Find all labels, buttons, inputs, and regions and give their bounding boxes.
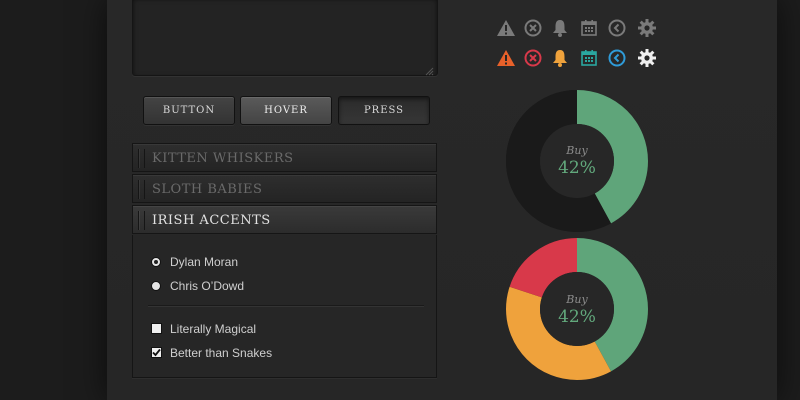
calendar-icon[interactable] [579,48,599,68]
accordion-header-label: KITTEN WHISKERS [152,151,294,166]
textarea-field[interactable] [132,0,438,76]
grip-icon [138,211,145,230]
radio-label: Chris O’Dowd [170,279,245,293]
donut-center-value: 42% [558,307,596,327]
donut-chart-bottom: Buy 42% [506,238,648,380]
warning-icon[interactable] [496,48,516,68]
button-press[interactable]: PRESS [338,96,430,125]
checkbox-checked[interactable] [151,347,162,358]
radio-button-checked[interactable] [151,257,161,267]
close-circle-icon[interactable] [523,48,543,68]
donut-center-label: Buy [566,293,588,306]
calendar-icon[interactable] [579,18,599,38]
radio-button[interactable] [151,281,161,291]
accordion-header-label: IRISH ACCENTS [152,213,271,228]
button-normal[interactable]: BUTTON [143,96,235,125]
radio-label: Dylan Moran [170,255,239,269]
accordion-header-label: SLOTH BABIES [152,182,263,197]
donut-chart-top: Buy 42% [506,90,648,232]
close-circle-icon[interactable] [523,18,543,38]
accordion-header-sloth-babies[interactable]: SLOTH BABIES [132,174,437,203]
donut-center-value: 42% [558,158,596,178]
checkbox[interactable] [151,323,162,334]
grip-icon [138,149,145,168]
checkbox-label: Better than Snakes [170,346,273,360]
bell-icon[interactable] [550,18,570,38]
donut-center-label: Buy [566,144,588,157]
bell-icon[interactable] [550,48,570,68]
back-arrow-icon[interactable] [607,48,627,68]
accordion-panel-irish-accents: Dylan Moran Chris O’Dowd Literally Magic… [132,235,437,378]
resize-grip-icon[interactable] [425,63,434,76]
checkmark-icon [152,348,161,357]
accordion-header-irish-accents[interactable]: IRISH ACCENTS [132,205,437,234]
divider [148,305,424,307]
checkbox-label: Literally Magical [170,322,257,336]
back-arrow-icon[interactable] [607,18,627,38]
warning-icon[interactable] [496,18,516,38]
gear-icon[interactable] [637,48,657,68]
button-hover[interactable]: HOVER [240,96,332,125]
grip-icon [138,180,145,199]
accordion-header-kitten-whiskers[interactable]: KITTEN WHISKERS [132,143,437,172]
gear-icon[interactable] [637,18,657,38]
